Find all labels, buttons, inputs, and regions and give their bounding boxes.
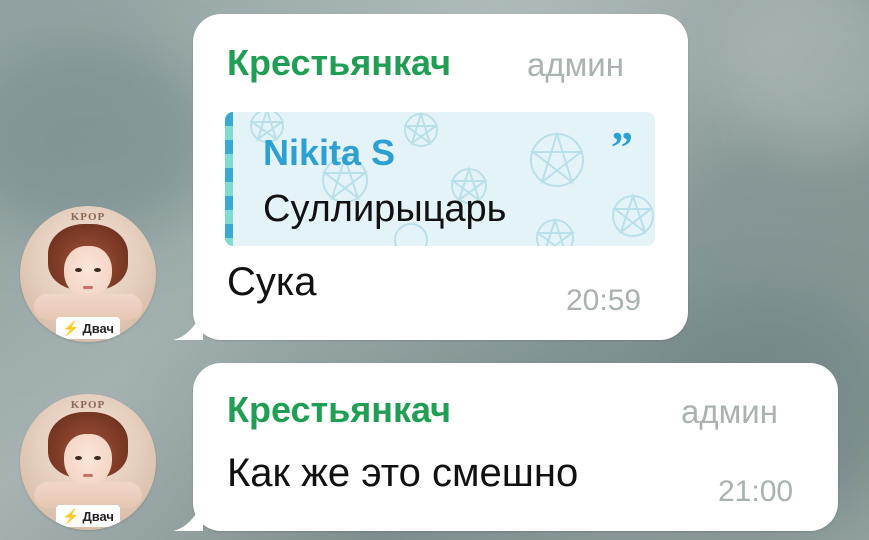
avatar-top-text: KPOP: [70, 211, 106, 223]
sender-role: админ: [527, 46, 624, 83]
avatar-mouth: [83, 474, 93, 477]
quote-icon: ”: [611, 123, 633, 172]
avatar-face: [64, 434, 112, 486]
avatar-eye: [94, 456, 101, 460]
background-blur: [720, 0, 869, 150]
lightning-icon: ⚡: [62, 320, 80, 336]
message-text: Сука: [227, 260, 317, 304]
reply-author: Nikita S: [263, 132, 396, 173]
message-time: 21:00: [718, 475, 794, 508]
avatar-mouth: [83, 286, 93, 289]
avatar-eye: [75, 268, 82, 272]
avatar-eye: [75, 456, 82, 460]
avatar-eye: [94, 268, 101, 272]
avatar-badge-text: Двач: [82, 508, 114, 524]
avatar-top-text: KPOP: [70, 399, 106, 411]
bubble-tail: [173, 501, 203, 531]
message-text: Как же это смешно: [227, 451, 579, 495]
avatar-badge-text: Двач: [82, 320, 114, 336]
avatar-face: [64, 246, 112, 298]
sender-avatar[interactable]: KPOP ⚡ Двач: [20, 206, 156, 342]
bubble-tail: [173, 310, 203, 340]
sender-name[interactable]: Крестьянкач: [227, 389, 451, 431]
sender-avatar[interactable]: KPOP ⚡ Двач: [20, 394, 156, 530]
message-bubble[interactable]: Крестьянкач админ Nikita S Суллирыцарь ”…: [173, 14, 688, 340]
sender-name[interactable]: Крестьянкач: [227, 42, 451, 84]
avatar-badge: ⚡ Двач: [56, 317, 120, 339]
lightning-icon: ⚡: [62, 508, 80, 524]
avatar-badge: ⚡ Двач: [56, 505, 120, 527]
reply-text: Суллирыцарь: [263, 188, 507, 230]
reply-quote[interactable]: Nikita S Суллирыцарь ”: [225, 112, 655, 246]
message-time: 20:59: [566, 284, 642, 317]
sender-role: админ: [681, 393, 778, 430]
message-bubble[interactable]: Крестьянкач админ Как же это смешно 21:0…: [173, 363, 838, 531]
